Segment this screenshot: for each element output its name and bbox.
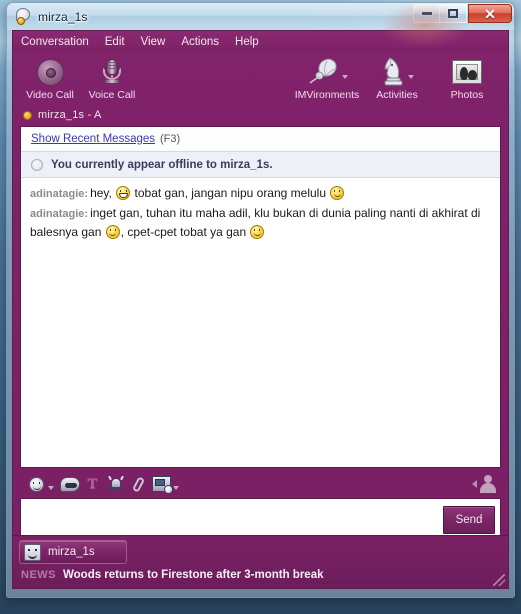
minimize-icon [421,12,432,15]
window-title: mirza_1s [38,9,88,24]
emoticon-smile [330,186,345,200]
desktop-background: mirza_1s ✕ Conversation Edit View Action… [0,0,521,614]
title-bar: mirza_1s ✕ [7,3,514,30]
avatar-toggle-button[interactable] [472,474,497,493]
menu-bar: Conversation Edit View Actions Help [13,31,508,52]
photo-frame-icon [452,60,482,84]
microphone-icon [100,57,124,87]
imvironments-button[interactable]: IMVironments [292,55,362,101]
status-dot-icon [23,110,32,120]
chevron-down-icon[interactable] [407,75,414,79]
emoticon-smile [250,225,265,239]
emoticon-icon [29,476,44,492]
message-list: adinatagie: hey, tobat gan, jangan nipu o… [21,178,500,246]
message-input[interactable] [26,499,443,540]
message-body: hey, tobat gan, jangan nipu orang melulu [90,186,345,200]
chevron-down-icon[interactable] [173,486,179,490]
news-headline-link[interactable]: Woods returns to Firestone after 3-month… [63,569,324,581]
im-status-text: mirza_1s - A [38,109,102,121]
conversation-tab-label: mirza_1s [48,546,95,558]
share-screen-button[interactable] [150,473,173,495]
minimize-button[interactable] [413,4,440,23]
message-sender: adinatagie: [30,188,89,200]
voice-call-label: Voice Call [88,89,136,101]
window-bottom-strip: mirza_1s NEWS Woods returns to Firestone… [13,535,508,588]
activities-button[interactable]: Activities [362,55,432,101]
photos-button[interactable]: Photos [432,55,502,101]
smiley-icon [24,543,41,561]
send-button[interactable]: Send [443,506,495,534]
input-formatting-toolbar: T [20,471,501,497]
menu-edit[interactable]: Edit [105,34,134,50]
close-button[interactable]: ✕ [468,4,512,23]
webcam-icon [36,57,64,87]
buzz-icon [107,475,124,493]
window-controls: ✕ [413,4,512,23]
conversation-tab-mirza_1s[interactable]: mirza_1s [19,540,127,564]
voice-call-button[interactable]: Voice Call [81,55,143,101]
maximize-icon [448,9,458,18]
activities-label: Activities [376,89,418,101]
message-row: adinatagie: inget gan, tuhan itu maha adi… [30,204,492,241]
message-sender: adinatagie: [30,208,89,220]
close-icon: ✕ [484,5,496,22]
resize-grip[interactable] [493,574,505,586]
recent-messages-bar: Show Recent Messages (F3) [21,127,500,152]
menu-view[interactable]: View [141,34,175,50]
leaf-icon [307,57,339,88]
audibles-button[interactable] [58,473,81,495]
feature-toolbar: Video Call Voice Call IMVironments Activ… [13,52,508,108]
menu-conversation[interactable]: Conversation [21,34,98,50]
chat-panel: Show Recent Messages (F3) You currently … [20,126,501,468]
chevron-down-icon[interactable] [48,486,54,490]
audibles-icon [59,476,80,492]
chevron-down-icon[interactable] [341,75,348,79]
news-ticker: NEWS Woods returns to Firestone after 3-… [21,569,324,581]
offline-notice-text: You currently appear offline to mirza_1s… [51,158,273,171]
window-body: Conversation Edit View Actions Help Vide… [12,30,509,589]
yahoo-messenger-icon [15,8,32,25]
font-icon: T [87,475,98,492]
message-body: inget gan, tuhan itu maha adil, klu buka… [30,206,481,239]
share-screen-icon [152,476,173,494]
show-recent-messages-link[interactable]: Show Recent Messages [31,133,155,145]
imvironments-label: IMVironments [294,89,360,101]
offline-notice: You currently appear offline to mirza_1s… [21,152,500,178]
im-status-line: mirza_1s - A [13,106,508,124]
photos-label: Photos [450,89,484,101]
paperclip-icon [131,475,147,493]
video-call-button[interactable]: Video Call [19,55,81,101]
attach-file-button[interactable] [127,473,150,495]
conversation-window: mirza_1s ✕ Conversation Edit View Action… [6,2,515,598]
maximize-button[interactable] [440,4,467,23]
avatar-icon [479,474,497,493]
font-button[interactable]: T [81,473,104,495]
info-circle-icon [31,158,43,171]
emoticon-grin [116,186,131,200]
news-tag-label: NEWS [21,569,56,581]
menu-help[interactable]: Help [235,34,268,50]
video-call-label: Video Call [26,89,74,101]
emoticon-button[interactable] [25,473,48,495]
emoticon-smile [105,225,120,239]
chevron-left-icon [472,479,477,488]
buzz-button[interactable] [104,473,127,495]
recent-shortcut-label: (F3) [160,133,181,145]
chess-knight-icon [381,56,405,89]
menu-actions[interactable]: Actions [181,34,228,50]
message-row: adinatagie: hey, tobat gan, jangan nipu o… [30,184,492,203]
